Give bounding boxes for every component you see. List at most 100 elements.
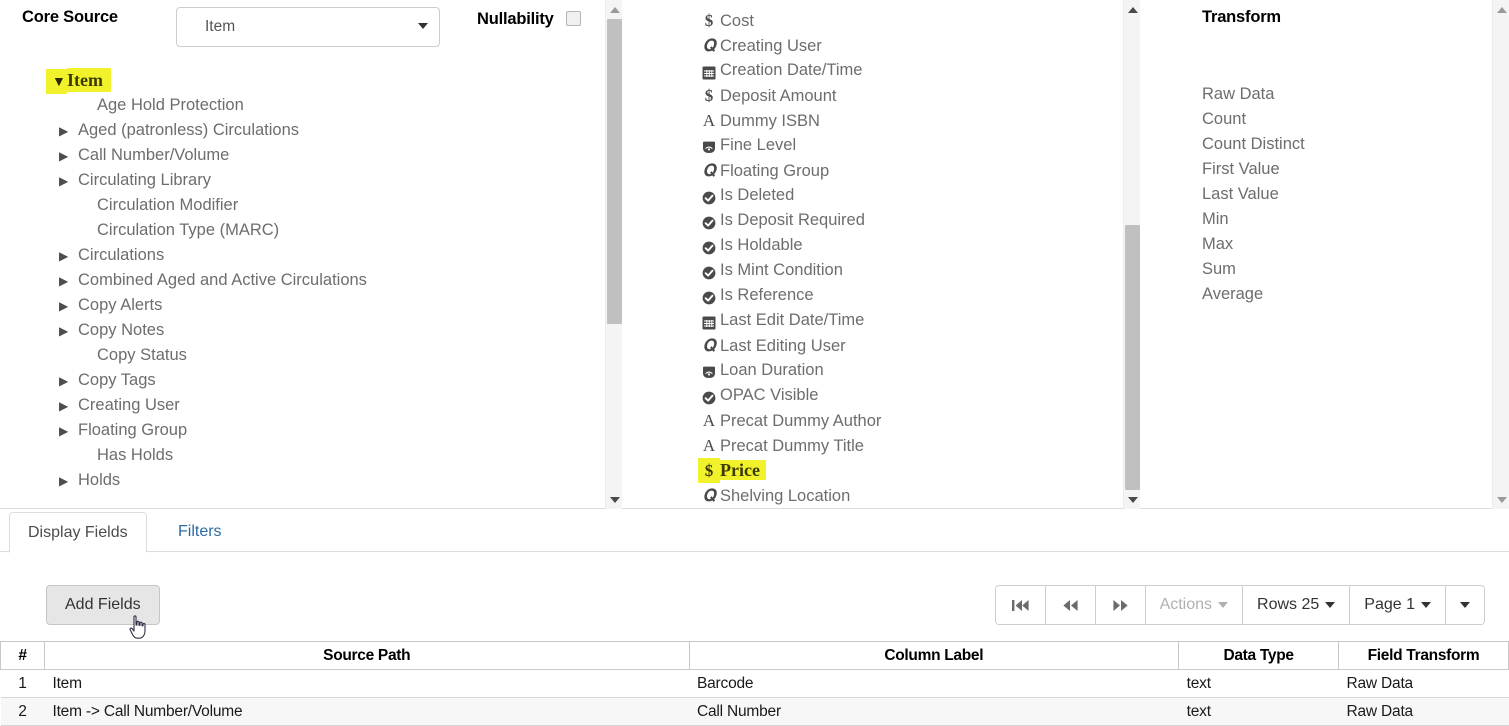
transform-item[interactable]: First Value — [1202, 157, 1482, 182]
triangle-right-icon[interactable]: ▶ — [59, 169, 72, 194]
field-list-item[interactable]: Last Edit Date/Time — [698, 308, 1128, 333]
nullability-label: Nullability — [477, 10, 554, 28]
triangle-right-icon[interactable]: ▶ — [59, 294, 72, 319]
transform-item[interactable]: Sum — [1202, 257, 1482, 282]
tree-item[interactable]: ▶ Holds — [0, 468, 605, 493]
scrollbar-thumb[interactable] — [607, 19, 622, 324]
first-page-button[interactable] — [995, 586, 1046, 624]
previous-page-button[interactable] — [1045, 586, 1096, 624]
field-list-item[interactable]: Creation Date/Time — [698, 58, 1128, 83]
triangle-right-icon[interactable]: ▶ — [59, 419, 72, 444]
transform-item[interactable]: Average — [1202, 282, 1482, 307]
scroll-up-icon[interactable] — [606, 1, 623, 18]
tree-item[interactable]: ▶ Floating Group — [0, 418, 605, 443]
page-dropdown[interactable]: Page 1 — [1350, 586, 1446, 624]
triangle-right-icon[interactable]: ▶ — [59, 319, 72, 344]
tree-item-label: Creating User — [78, 396, 180, 414]
tree-item-label: Combined Aged and Active Circulations — [78, 271, 367, 289]
transform-item[interactable]: Raw Data — [1202, 82, 1482, 107]
field-label: Creation Date/Time — [720, 61, 863, 79]
tree-item-label: Has Holds — [97, 446, 174, 464]
field-label: Floating Group — [720, 162, 830, 180]
field-list-item[interactable]: Is Reference — [698, 283, 1128, 308]
field-list-item[interactable]: 𝐐 Floating Group — [698, 158, 1128, 183]
transform-item[interactable]: Max — [1202, 232, 1482, 257]
column-header-source-path[interactable]: Source Path — [44, 641, 690, 670]
field-label: Is Reference — [720, 286, 814, 304]
tree-item-label: Holds — [78, 471, 121, 489]
tab-filters[interactable]: Filters — [160, 512, 240, 553]
transform-item[interactable]: Count Distinct — [1202, 132, 1482, 157]
triangle-right-icon[interactable]: ▶ — [59, 244, 72, 269]
field-list-item[interactable]: A Precat Dummy Author — [698, 408, 1128, 433]
tree-item[interactable]: Copy Status — [0, 343, 605, 368]
field-list-item[interactable]: 𝐐 Creating User — [698, 33, 1128, 58]
tree-item[interactable]: ▶ Circulations — [0, 243, 605, 268]
triangle-right-icon[interactable]: ▶ — [59, 469, 72, 494]
field-list-item[interactable]: Loan Duration — [698, 358, 1128, 383]
field-list-item[interactable]: OPAC Visible — [698, 383, 1128, 408]
field-list-item[interactable]: Is Deposit Required — [698, 208, 1128, 233]
field-list-item[interactable]: $ Deposit Amount — [698, 83, 1128, 108]
field-list-item[interactable]: A Dummy ISBN — [698, 108, 1128, 133]
tree-item[interactable]: ▶ Combined Aged and Active Circulations — [0, 268, 605, 293]
triangle-right-icon[interactable]: ▶ — [59, 119, 72, 144]
add-fields-button[interactable]: Add Fields — [46, 585, 160, 625]
field-list: $ Cost 𝐐 Creating User Creation Date/Time $ De… — [698, 8, 1128, 508]
field-list-item[interactable]: Is Mint Condition — [698, 258, 1128, 283]
tree-item[interactable]: ▶ Copy Alerts — [0, 293, 605, 318]
field-list-item[interactable]: A Precat Dummy Title — [698, 433, 1128, 458]
field-list-item[interactable]: $ Price — [698, 458, 1128, 483]
tree-item[interactable]: ▶ Circulating Library — [0, 168, 605, 193]
column-header-column-label[interactable]: Column Label — [689, 641, 1180, 670]
scrollbar-thumb[interactable] — [1125, 225, 1140, 490]
triangle-down-icon[interactable]: ▼ — [46, 69, 67, 94]
tree-item[interactable]: Has Holds — [0, 443, 605, 468]
transform-item[interactable]: Last Value — [1202, 182, 1482, 207]
tree-item[interactable]: Circulation Modifier — [0, 193, 605, 218]
scroll-up-icon[interactable] — [1493, 1, 1509, 18]
field-list-scrollbar[interactable] — [1123, 0, 1140, 509]
field-list-item[interactable]: 𝐐 Shelving Location — [698, 483, 1128, 508]
scroll-down-icon[interactable] — [1124, 491, 1141, 508]
transform-scrollbar[interactable] — [1492, 0, 1509, 509]
rows-dropdown[interactable]: Rows 25 — [1243, 586, 1351, 624]
scroll-down-icon[interactable] — [1493, 491, 1509, 508]
scroll-up-icon[interactable] — [1124, 1, 1141, 18]
next-page-button[interactable] — [1095, 586, 1146, 624]
triangle-right-icon[interactable]: ▶ — [59, 394, 72, 419]
nullability-checkbox[interactable] — [566, 11, 581, 26]
tree-item[interactable]: ▶ Call Number/Volume — [0, 143, 605, 168]
tree-item-label: Circulation Type (MARC) — [97, 221, 280, 239]
field-list-item[interactable]: Is Holdable — [698, 233, 1128, 258]
table-row[interactable]: 1 Item Barcode text Raw Data — [0, 669, 1509, 698]
field-list-item[interactable]: Fine Level — [698, 133, 1128, 158]
field-list-item[interactable]: 𝐐 Last Editing User — [698, 333, 1128, 358]
tab-display-fields[interactable]: Display Fields — [9, 512, 147, 553]
actions-dropdown[interactable]: Actions — [1145, 586, 1244, 624]
transform-item[interactable]: Count — [1202, 107, 1482, 132]
cell-field-transform: Raw Data — [1338, 697, 1509, 726]
tree-item[interactable]: ▶ Aged (patronless) Circulations — [0, 118, 605, 143]
table-row[interactable]: 2 Item -> Call Number/Volume Call Number te… — [0, 697, 1509, 726]
column-header-number[interactable]: # — [0, 641, 45, 670]
tree-root-item[interactable]: ▼Item — [0, 68, 605, 94]
field-list-item[interactable]: Is Deleted — [698, 183, 1128, 208]
tree-item-label: Copy Status — [97, 346, 187, 364]
source-tree-scrollbar[interactable] — [605, 0, 622, 509]
triangle-right-icon[interactable]: ▶ — [59, 144, 72, 169]
tree-item[interactable]: ▶ Copy Tags — [0, 368, 605, 393]
more-options-dropdown[interactable] — [1446, 586, 1484, 624]
tree-item[interactable]: ▶ Creating User — [0, 393, 605, 418]
triangle-right-icon[interactable]: ▶ — [59, 369, 72, 394]
tree-item[interactable]: Circulation Type (MARC) — [0, 218, 605, 243]
transform-item[interactable]: Min — [1202, 207, 1482, 232]
tree-item[interactable]: ▶ Copy Notes — [0, 318, 605, 343]
column-header-field-transform[interactable]: Field Transform — [1338, 641, 1509, 670]
core-source-select[interactable]: Item — [176, 7, 440, 47]
tree-item[interactable]: Age Hold Protection — [0, 93, 605, 118]
triangle-right-icon[interactable]: ▶ — [59, 269, 72, 294]
column-header-data-type[interactable]: Data Type — [1178, 641, 1340, 670]
scroll-down-icon[interactable] — [606, 491, 623, 508]
field-list-item[interactable]: $ Cost — [698, 8, 1128, 33]
